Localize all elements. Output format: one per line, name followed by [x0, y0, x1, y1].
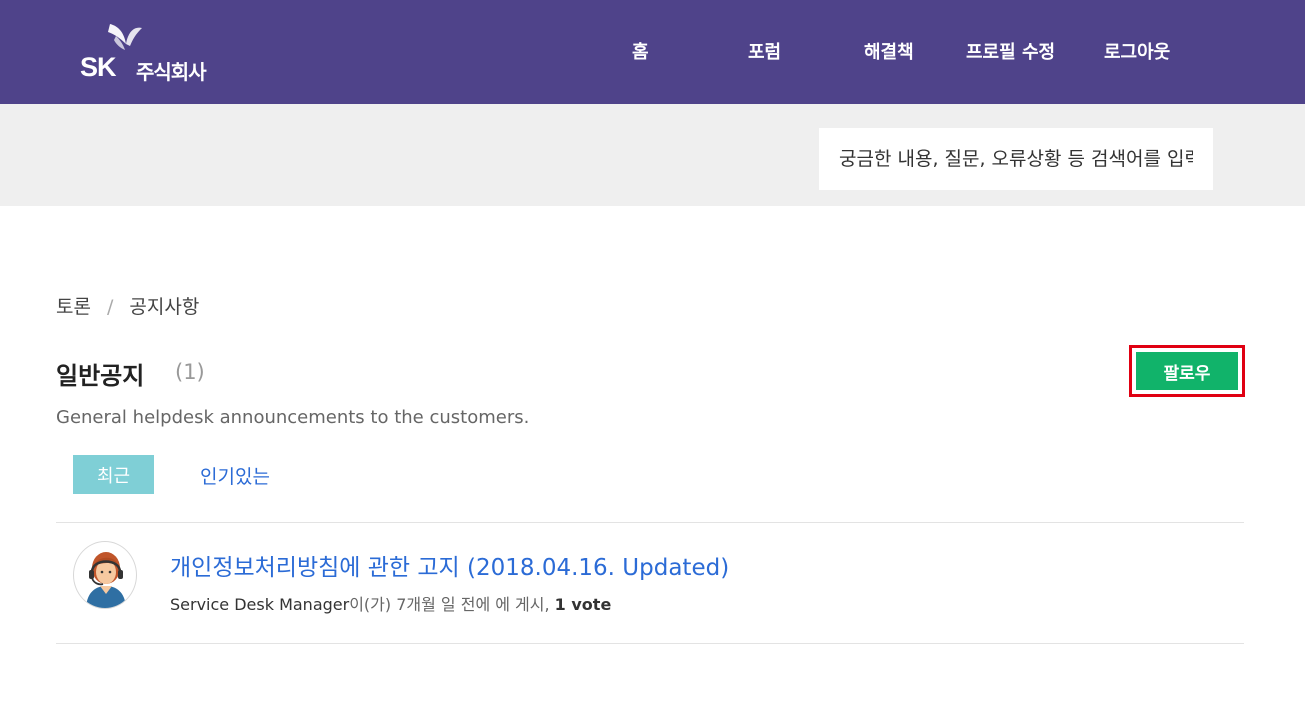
- tab-popular[interactable]: 인기있는: [200, 462, 270, 489]
- nav-edit-profile[interactable]: 프로필 수정: [966, 38, 1055, 66]
- follow-button-highlight: 팔로우: [1129, 345, 1245, 397]
- post-vote-count: 1 vote: [554, 595, 612, 614]
- post-meta: Service Desk Manager이(가) 7개월 일 전에 에 게시, …: [170, 591, 611, 615]
- breadcrumb-notices[interactable]: 공지사항: [129, 296, 199, 318]
- support-agent-avatar-icon[interactable]: [73, 541, 137, 609]
- nav-home[interactable]: 홈: [632, 38, 649, 66]
- follow-button[interactable]: 팔로우: [1136, 352, 1238, 390]
- forum-topic-count: (1): [175, 360, 205, 384]
- divider: [56, 522, 1244, 523]
- post-meta-text: 이(가) 7개월 일 전에 에 게시,: [349, 595, 555, 614]
- post-author-link[interactable]: Service Desk Manager: [170, 595, 349, 614]
- sk-butterfly-icon: [108, 24, 142, 50]
- top-navigation-bar: SK 주식회사 홈 포럼 해결책 프로필 수정 로그아웃: [0, 0, 1305, 104]
- nav-solutions[interactable]: 해결책: [864, 38, 914, 66]
- breadcrumb-separator: /: [106, 296, 114, 318]
- nav-logout[interactable]: 로그아웃: [1104, 38, 1170, 66]
- breadcrumb: 토론 / 공지사항: [56, 292, 199, 319]
- forum-title: 일반공지: [56, 362, 145, 390]
- post-title-link[interactable]: 개인정보처리방침에 관한 고지 (2018.04.16. Updated): [170, 548, 729, 582]
- logo-company-name: 주식회사: [136, 60, 207, 84]
- breadcrumb-discussions[interactable]: 토론: [56, 296, 91, 318]
- nav-forum[interactable]: 포럼: [748, 38, 781, 66]
- tab-recent[interactable]: 최근: [73, 455, 154, 494]
- search-input[interactable]: [819, 128, 1213, 190]
- logo-brand: SK: [80, 52, 117, 82]
- sk-logo[interactable]: SK 주식회사: [78, 22, 228, 84]
- forum-description: General helpdesk announcements to the cu…: [56, 407, 530, 428]
- divider: [56, 643, 1244, 644]
